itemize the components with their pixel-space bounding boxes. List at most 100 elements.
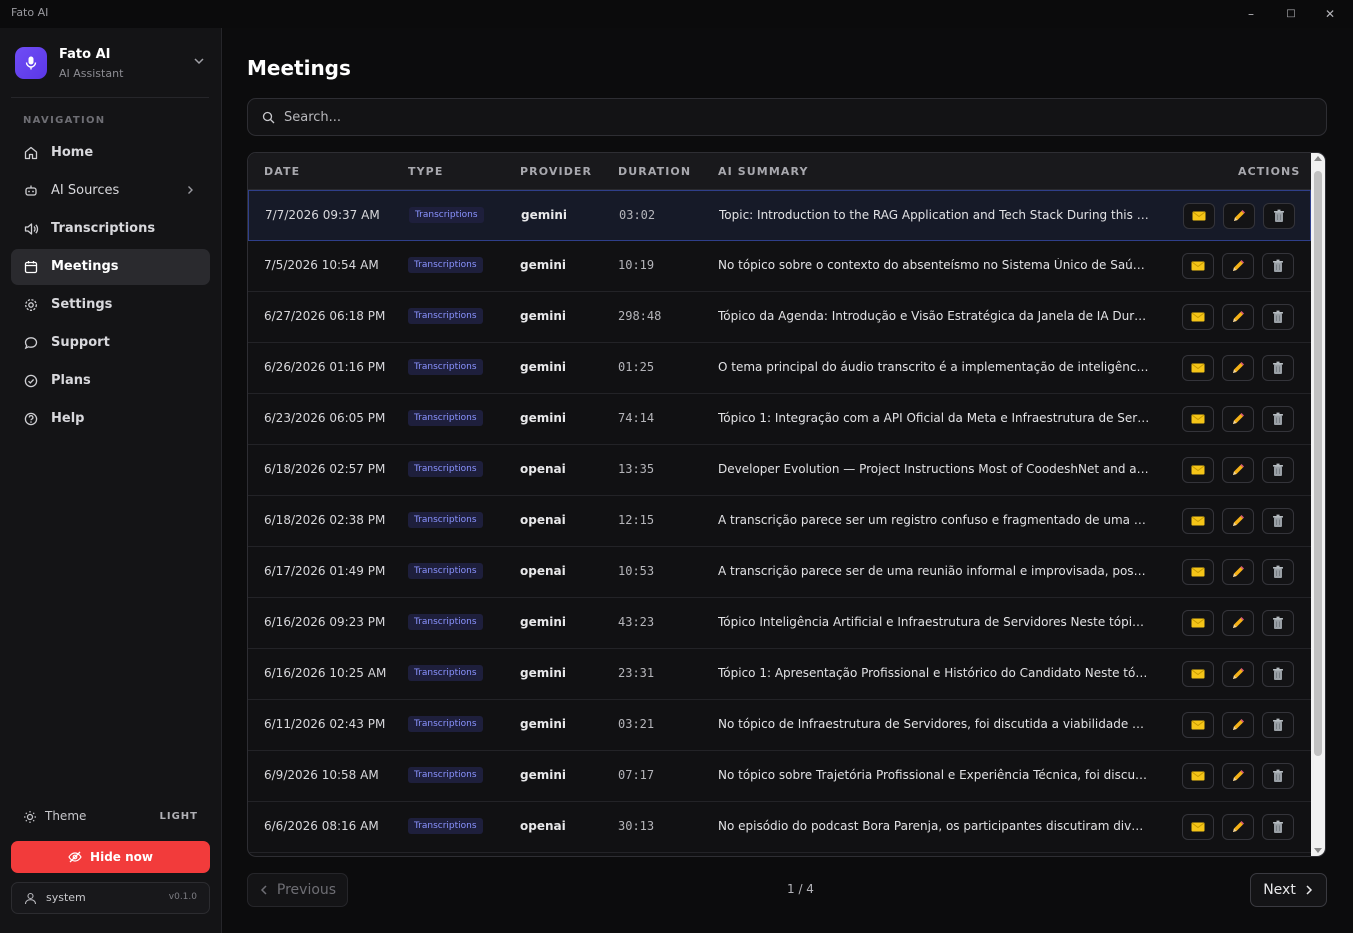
sidebar-item-transcriptions[interactable]: Transcriptions: [11, 211, 210, 247]
table-row[interactable]: 6/23/2026 06:05 PM Transcriptions gemini 74…: [248, 394, 1311, 445]
search-bar[interactable]: [247, 98, 1327, 136]
delete-button[interactable]: [1262, 457, 1294, 483]
column-header-date[interactable]: DATE: [264, 165, 300, 178]
email-button[interactable]: [1182, 508, 1214, 534]
table-row[interactable]: 6/16/2026 10:25 AM Transcriptions gemini 23…: [248, 649, 1311, 700]
email-button[interactable]: [1182, 814, 1214, 840]
table-row[interactable]: 6/18/2026 02:57 PM Transcriptions openai 13…: [248, 445, 1311, 496]
sidebar-item-support[interactable]: Support: [11, 325, 210, 361]
user-menu[interactable]: system v0.1.0: [11, 882, 210, 914]
delete-button[interactable]: [1262, 355, 1294, 381]
email-button[interactable]: [1182, 712, 1214, 738]
table-row[interactable]: 6/9/2026 10:58 AM Transcriptions gemini 07:…: [248, 751, 1311, 802]
delete-button[interactable]: [1262, 304, 1294, 330]
chevron-right-icon: [188, 186, 193, 194]
email-button[interactable]: [1182, 304, 1214, 330]
summary-cell: Tópico Inteligência Artificial e Infraes…: [718, 615, 1150, 629]
edit-button[interactable]: [1222, 814, 1254, 840]
scrollbar-thumb[interactable]: [1314, 171, 1322, 756]
theme-toggle[interactable]: Theme LIGHT: [11, 806, 210, 828]
provider-cell: openai: [520, 513, 566, 527]
sidebar-item-label: Support: [51, 335, 110, 350]
next-page-button[interactable]: Next: [1250, 873, 1327, 907]
type-badge: Transcriptions: [408, 767, 483, 783]
sidebar-item-meetings[interactable]: Meetings: [11, 249, 210, 285]
table-row[interactable]: 6/6/2026 08:16 AM Transcriptions openai 30:…: [248, 802, 1311, 853]
previous-label: Previous: [276, 882, 337, 898]
table-row[interactable]: 6/16/2026 09:23 PM Transcriptions gemini 43…: [248, 598, 1311, 649]
envelope-icon: [1191, 771, 1205, 781]
duration-cell: 13:35: [618, 462, 655, 476]
email-button[interactable]: [1182, 661, 1214, 687]
edit-button[interactable]: [1222, 559, 1254, 585]
close-window-button[interactable]: ✕: [1319, 4, 1341, 24]
provider-cell: openai: [520, 564, 566, 578]
table-header: DATE TYPE PROVIDER DURATION AI SUMMARY A…: [248, 153, 1311, 190]
maximize-button[interactable]: □: [1280, 4, 1302, 24]
table-row[interactable]: 6/26/2026 01:16 PM Transcriptions gemini 01…: [248, 343, 1311, 394]
duration-cell: 01:25: [618, 360, 655, 374]
table-row[interactable]: 6/18/2026 02:38 PM Transcriptions openai 12…: [248, 496, 1311, 547]
column-header-ai-summary[interactable]: AI SUMMARY: [718, 165, 809, 178]
edit-button[interactable]: [1222, 304, 1254, 330]
table-row[interactable]: 7/5/2026 10:54 AM Transcriptions gemini 10:…: [248, 241, 1311, 292]
delete-button[interactable]: [1262, 712, 1294, 738]
email-button[interactable]: [1182, 763, 1214, 789]
minimize-button[interactable]: –: [1240, 4, 1262, 24]
sidebar-item-home[interactable]: Home: [11, 135, 210, 171]
table-row[interactable]: 6/17/2026 01:49 PM Transcriptions openai 10…: [248, 547, 1311, 598]
table-row[interactable]: 7/7/2026 09:37 AM Transcriptions gemini 03:…: [248, 190, 1311, 241]
provider-cell: gemini: [520, 768, 567, 782]
envelope-icon: [1192, 211, 1206, 221]
column-header-provider[interactable]: PROVIDER: [520, 165, 592, 178]
trash-icon: [1272, 565, 1284, 579]
edit-button[interactable]: [1222, 763, 1254, 789]
email-button[interactable]: [1182, 355, 1214, 381]
edit-button[interactable]: [1222, 610, 1254, 636]
search-input[interactable]: [284, 107, 1284, 127]
scroll-up-arrow-icon[interactable]: [1314, 156, 1322, 161]
workspace-switcher[interactable]: Fato AI AI Assistant: [15, 46, 210, 86]
duration-cell: 12:15: [618, 513, 655, 527]
column-header-type[interactable]: TYPE: [408, 165, 443, 178]
envelope-icon: [1191, 822, 1205, 832]
delete-button[interactable]: [1262, 610, 1294, 636]
table-row[interactable]: 6/27/2026 06:18 PM Transcriptions gemini 29…: [248, 292, 1311, 343]
email-button[interactable]: [1182, 457, 1214, 483]
duration-cell: 43:23: [618, 615, 655, 629]
email-button[interactable]: [1182, 559, 1214, 585]
email-button[interactable]: [1182, 253, 1214, 279]
brand-name: Fato AI: [59, 47, 111, 62]
edit-button[interactable]: [1222, 355, 1254, 381]
edit-button[interactable]: [1222, 508, 1254, 534]
sidebar-item-ai-sources[interactable]: AI Sources: [11, 173, 210, 209]
table-scrollbar[interactable]: [1311, 153, 1325, 856]
delete-button[interactable]: [1262, 763, 1294, 789]
type-badge: Transcriptions: [408, 818, 483, 834]
delete-button[interactable]: [1262, 559, 1294, 585]
sidebar-item-help[interactable]: Help: [11, 401, 210, 437]
table-row[interactable]: 6/11/2026 02:43 PM Transcriptions gemini 03…: [248, 700, 1311, 751]
delete-button[interactable]: [1262, 406, 1294, 432]
scroll-down-arrow-icon[interactable]: [1314, 848, 1322, 853]
sidebar-item-plans[interactable]: Plans: [11, 363, 210, 399]
delete-button[interactable]: [1262, 253, 1294, 279]
email-button[interactable]: [1182, 610, 1214, 636]
edit-button[interactable]: [1222, 457, 1254, 483]
summary-cell: Tópico 1: Apresentação Profissional e Hi…: [718, 666, 1150, 680]
email-button[interactable]: [1183, 203, 1215, 229]
email-button[interactable]: [1182, 406, 1214, 432]
previous-page-button[interactable]: Previous: [247, 873, 348, 907]
delete-button[interactable]: [1262, 661, 1294, 687]
edit-button[interactable]: [1222, 253, 1254, 279]
edit-button[interactable]: [1223, 203, 1255, 229]
edit-button[interactable]: [1222, 712, 1254, 738]
hide-now-button[interactable]: Hide now: [11, 841, 210, 873]
delete-button[interactable]: [1263, 203, 1295, 229]
delete-button[interactable]: [1262, 508, 1294, 534]
column-header-duration[interactable]: DURATION: [618, 165, 691, 178]
edit-button[interactable]: [1222, 406, 1254, 432]
edit-button[interactable]: [1222, 661, 1254, 687]
delete-button[interactable]: [1262, 814, 1294, 840]
sidebar-item-settings[interactable]: Settings: [11, 287, 210, 323]
